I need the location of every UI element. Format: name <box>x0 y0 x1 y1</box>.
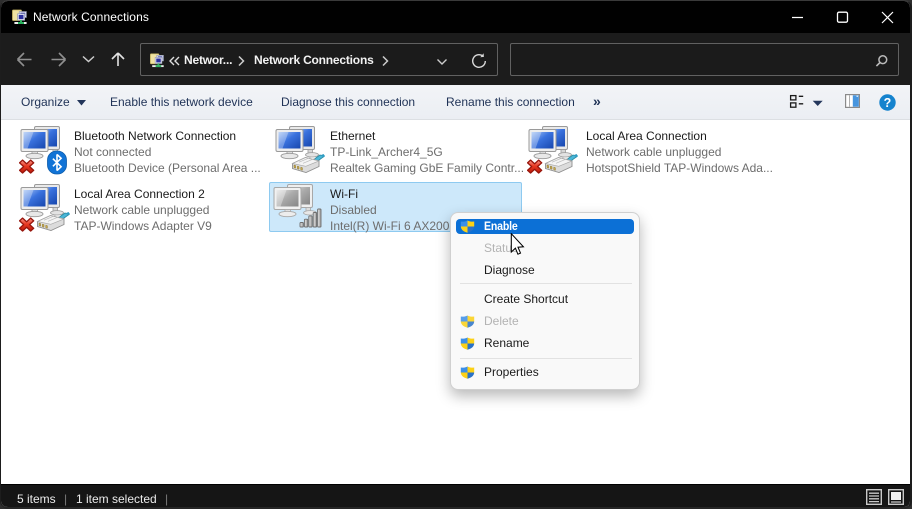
svg-text:?: ? <box>884 96 892 110</box>
